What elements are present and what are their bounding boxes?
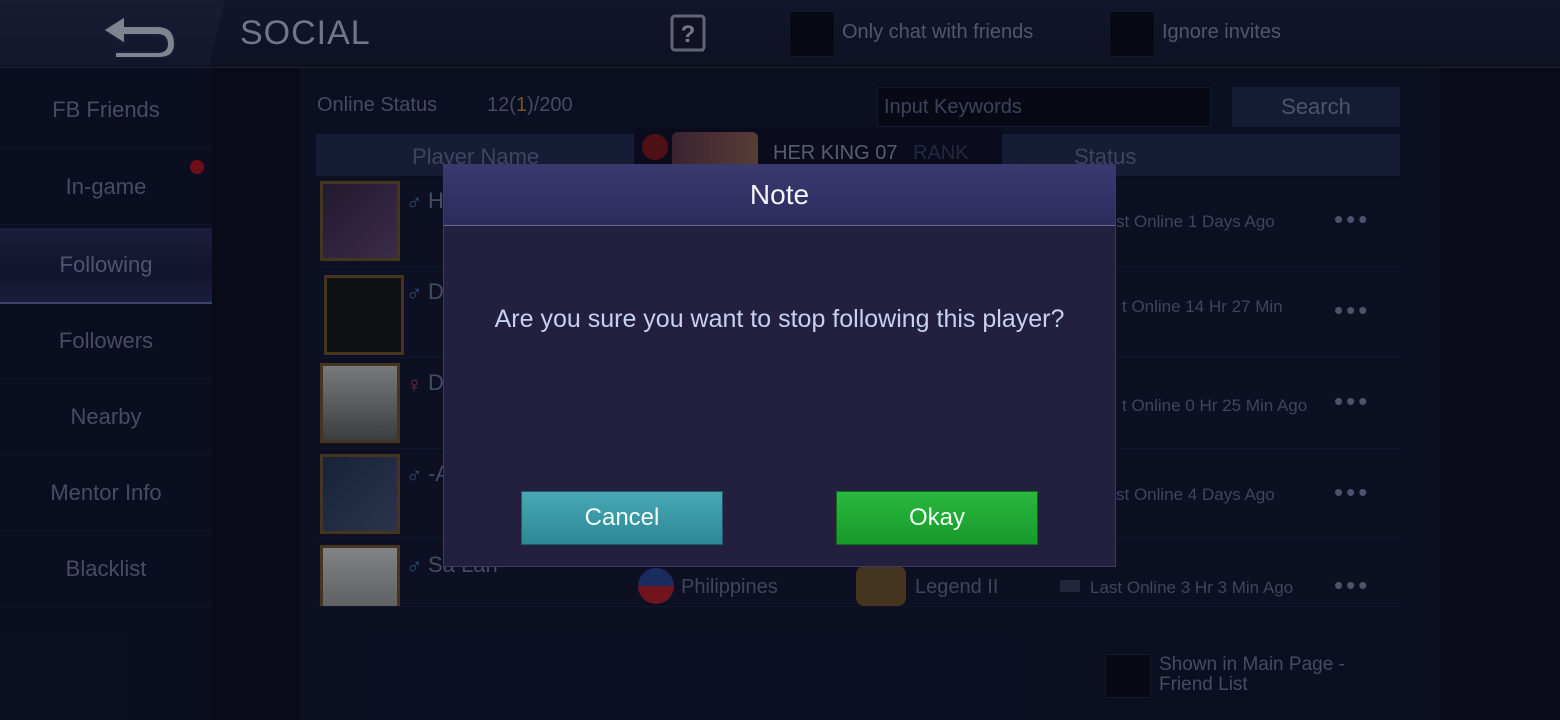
dialog-header: Note — [444, 165, 1115, 226]
confirm-dialog: Note Are you sure you want to stop follo… — [443, 164, 1116, 567]
dialog-title: Note — [749, 179, 810, 210]
okay-button[interactable]: Okay — [836, 491, 1038, 545]
dialog-message: Are you sure you want to stop following … — [494, 305, 1065, 333]
cancel-button[interactable]: Cancel — [521, 491, 723, 545]
